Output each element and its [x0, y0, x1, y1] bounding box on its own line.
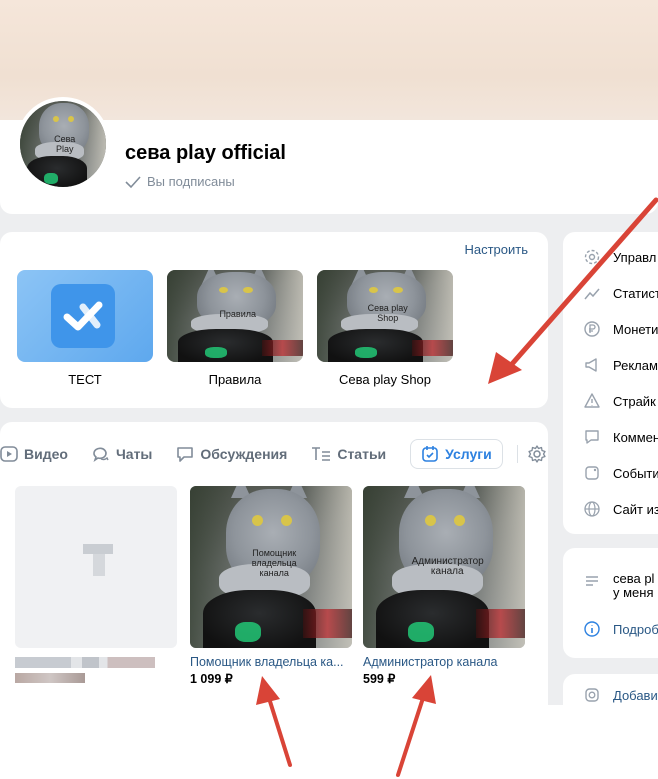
- arrow-to-links: [488, 197, 658, 384]
- page: Сева Play сева play official Вы подписан…: [0, 0, 658, 779]
- annotation-arrows: [256, 197, 658, 777]
- arrow-to-product-1: [256, 676, 292, 767]
- arrow-to-product-2: [396, 675, 436, 777]
